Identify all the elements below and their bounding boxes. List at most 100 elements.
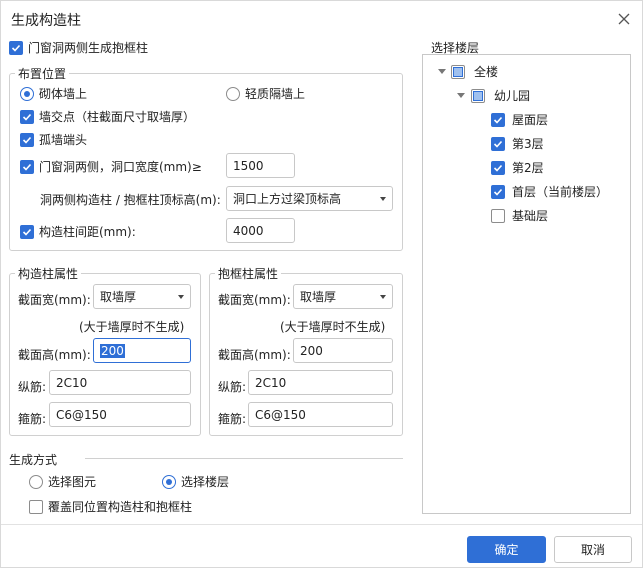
tree-item-floor-label: 首层（当前楼层）: [512, 185, 609, 199]
tree-item-floor-label: 基础层: [512, 209, 549, 223]
tree-item-floor[interactable]: 基础层: [491, 207, 548, 224]
radio-masonry[interactable]: 砌体墙上: [20, 85, 87, 102]
generate-divider: [85, 458, 403, 459]
column-spacing-value: 4000: [233, 223, 264, 238]
checkbox-checked-icon[interactable]: [20, 159, 34, 174]
column-width-value: 取墙厚: [100, 290, 137, 304]
column-props-legend: 构造柱属性: [15, 265, 82, 282]
dropdown-arrow-icon: [380, 294, 386, 299]
column-spacing-option[interactable]: 构造柱间距(mm):: [20, 223, 136, 240]
frame-long-bar-input[interactable]: 2C10: [248, 370, 393, 395]
column-width-hint: (大于墙厚时不生成): [79, 320, 185, 334]
dropdown-arrow-icon: [178, 294, 184, 299]
frame-width-select[interactable]: 取墙厚: [293, 284, 393, 309]
checkbox-checked-icon[interactable]: [20, 224, 34, 239]
generate-legend: 生成方式: [9, 453, 58, 467]
frame-stirrup-value: C6@150: [255, 407, 306, 422]
frame-width-hint: (大于墙厚时不生成): [280, 320, 386, 334]
wall-intersection-label: 墙交点（柱截面尺寸取墙厚）: [39, 110, 196, 124]
checkbox-partial-icon[interactable]: [471, 88, 485, 103]
overwrite-option[interactable]: 覆盖同位置构造柱和抱框柱: [29, 498, 192, 515]
frame-long-bar-label: 纵筋:: [218, 380, 247, 394]
cancel-button[interactable]: 取消: [554, 536, 632, 563]
checkbox-checked-icon[interactable]: [491, 136, 505, 151]
tree-item-floor-label: 屋面层: [512, 113, 549, 127]
tree-item-all[interactable]: 全楼: [451, 63, 498, 80]
checkbox-checked-icon[interactable]: [491, 160, 505, 175]
top-elevation-select[interactable]: 洞口上方过梁顶标高: [226, 186, 393, 211]
column-long-bar-label: 纵筋:: [18, 380, 47, 394]
door-window-sides-label: 门窗洞两侧，洞口宽度(mm)≥: [39, 160, 202, 174]
tree-item-project-label: 幼儿园: [494, 89, 531, 103]
door-window-sides-option[interactable]: 门窗洞两侧，洞口宽度(mm)≥: [20, 158, 202, 175]
frame-stirrup-input[interactable]: C6@150: [248, 402, 393, 427]
tree-item-floor[interactable]: 首层（当前楼层）: [491, 183, 608, 200]
column-width-label: 截面宽(mm):: [18, 293, 91, 307]
checkbox-unchecked-icon[interactable]: [29, 499, 43, 514]
frame-props-legend: 抱框柱属性: [215, 265, 282, 282]
door-window-frame-label: 门窗洞两侧生成抱框柱: [28, 41, 149, 55]
column-height-value: 200: [100, 343, 125, 358]
expand-arrow-icon[interactable]: [457, 93, 465, 98]
overwrite-label: 覆盖同位置构造柱和抱框柱: [48, 500, 193, 514]
frame-height-value: 200: [300, 343, 323, 358]
radio-light-wall[interactable]: 轻质隔墙上: [226, 85, 305, 102]
radio-unselected-icon[interactable]: [226, 86, 240, 101]
tree-item-floor[interactable]: 第2层: [491, 159, 544, 176]
frame-long-bar-value: 2C10: [255, 375, 287, 390]
isolated-wall-end-option[interactable]: 孤墙端头: [20, 131, 87, 148]
door-window-frame-option[interactable]: 门窗洞两侧生成抱框柱: [9, 39, 148, 56]
radio-selected-icon[interactable]: [162, 474, 176, 489]
tree-item-floor[interactable]: 屋面层: [491, 111, 548, 128]
opening-width-value: 1500: [233, 158, 264, 173]
frame-height-label: 截面高(mm):: [218, 348, 291, 362]
tree-item-floor-label: 第3层: [512, 137, 544, 151]
ok-button[interactable]: 确定: [467, 536, 546, 563]
top-elevation-value: 洞口上方过梁顶标高: [233, 192, 342, 206]
footer-divider: [1, 524, 642, 525]
checkbox-checked-icon[interactable]: [491, 112, 505, 127]
column-height-input[interactable]: 200: [93, 338, 191, 363]
radio-select-floor-label: 选择楼层: [181, 475, 230, 489]
close-icon[interactable]: [612, 7, 636, 31]
frame-stirrup-label: 箍筋:: [218, 412, 247, 426]
dropdown-arrow-icon: [380, 196, 386, 201]
radio-masonry-label: 砌体墙上: [39, 87, 88, 101]
dialog-title: 生成构造柱: [11, 13, 81, 29]
radio-select-element[interactable]: 选择图元: [29, 473, 96, 490]
column-height-label: 截面高(mm):: [18, 348, 91, 362]
checkbox-checked-icon[interactable]: [491, 184, 505, 199]
column-long-bar-value: 2C10: [56, 375, 88, 390]
radio-select-floor[interactable]: 选择楼层: [162, 473, 229, 490]
radio-selected-icon[interactable]: [20, 86, 34, 101]
column-spacing-input[interactable]: 4000: [226, 218, 295, 243]
frame-width-value: 取墙厚: [300, 290, 337, 304]
tree-item-floor[interactable]: 第3层: [491, 135, 544, 152]
radio-light-label: 轻质隔墙上: [245, 87, 306, 101]
column-long-bar-input[interactable]: 2C10: [49, 370, 191, 395]
column-stirrup-input[interactable]: C6@150: [49, 402, 191, 427]
radio-unselected-icon[interactable]: [29, 474, 43, 489]
checkbox-checked-icon[interactable]: [20, 109, 34, 124]
generate-column-dialog: 生成构造柱 门窗洞两侧生成抱框柱 布置位置 砌体墙上 轻质隔墙上 墙交点（柱截面…: [0, 0, 643, 568]
checkbox-partial-icon[interactable]: [451, 64, 465, 79]
frame-height-input[interactable]: 200: [293, 338, 393, 363]
tree-item-all-label: 全楼: [474, 65, 499, 79]
radio-select-element-label: 选择图元: [48, 475, 97, 489]
top-elevation-label: 洞两侧构造柱 / 抱框柱顶标高(m):: [40, 193, 221, 207]
frame-width-label: 截面宽(mm):: [218, 293, 291, 307]
tree-item-project[interactable]: 幼儿园: [471, 87, 530, 104]
checkbox-unchecked-icon[interactable]: [491, 208, 505, 223]
checkbox-checked-icon[interactable]: [20, 132, 34, 147]
opening-width-input[interactable]: 1500: [226, 153, 295, 178]
column-stirrup-label: 箍筋:: [18, 412, 47, 426]
wall-intersection-option[interactable]: 墙交点（柱截面尺寸取墙厚）: [20, 108, 195, 125]
column-width-select[interactable]: 取墙厚: [93, 284, 191, 309]
isolated-wall-end-label: 孤墙端头: [39, 133, 88, 147]
placement-legend: 布置位置: [15, 65, 70, 82]
expand-arrow-icon[interactable]: [438, 69, 446, 74]
column-spacing-label: 构造柱间距(mm):: [39, 225, 136, 239]
checkbox-checked-icon[interactable]: [9, 40, 23, 55]
column-stirrup-value: C6@150: [56, 407, 107, 422]
tree-item-floor-label: 第2层: [512, 161, 544, 175]
